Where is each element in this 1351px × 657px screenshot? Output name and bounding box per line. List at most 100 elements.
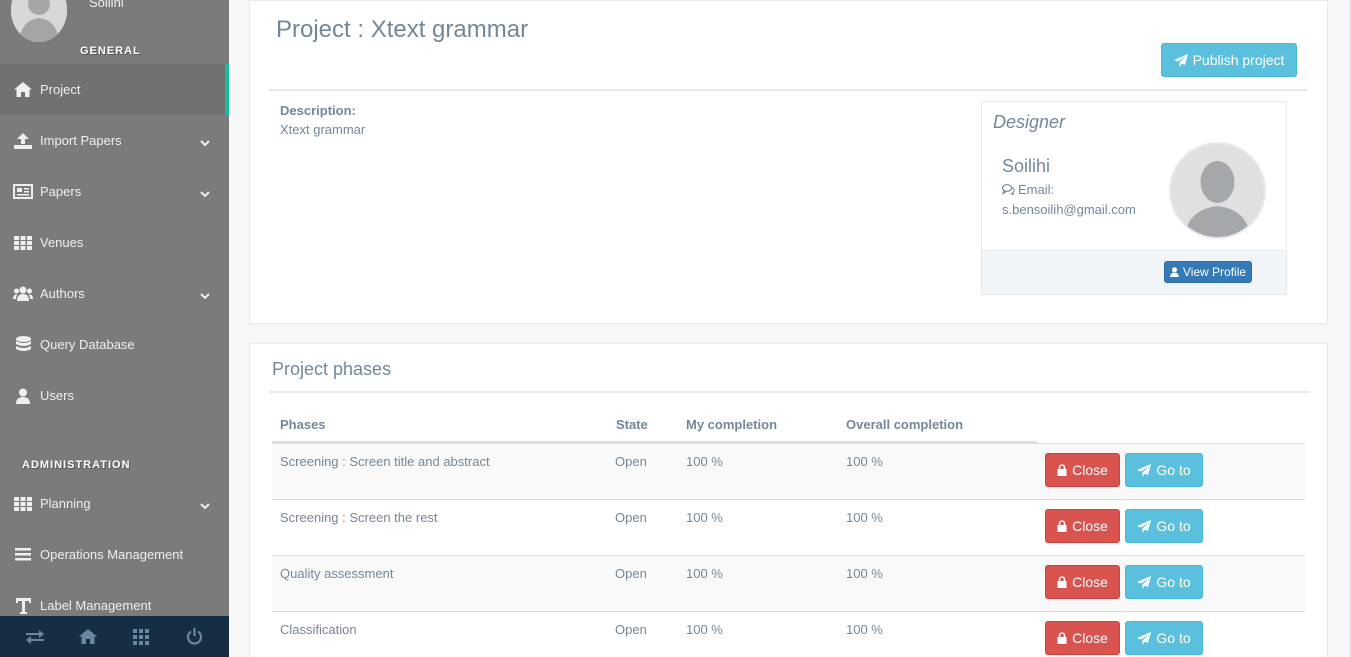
designer-heading: Designer bbox=[993, 112, 1066, 132]
table-row: Quality assessment Open 100 % 100 % Clos… bbox=[272, 555, 1305, 611]
sidebar-item-label: Import Papers bbox=[40, 133, 122, 148]
sidebar-item-label: Venues bbox=[40, 235, 84, 250]
sidebar-item-users[interactable]: Users bbox=[0, 370, 229, 421]
goto-label: Go to bbox=[1156, 574, 1191, 590]
profile-name: Soilihi bbox=[89, 0, 124, 10]
publish-project-label: Publish project bbox=[1192, 52, 1285, 68]
view-profile-button[interactable]: View Profile bbox=[1164, 261, 1252, 283]
my-completion: 100 % bbox=[686, 622, 723, 637]
newspaper-icon bbox=[13, 184, 33, 199]
close-label: Close bbox=[1072, 574, 1108, 590]
designer-name: Soilihi bbox=[1002, 156, 1051, 176]
close-label: Close bbox=[1072, 462, 1108, 478]
sidebar-item-papers[interactable]: Papers bbox=[0, 166, 229, 217]
close-label: Close bbox=[1072, 518, 1108, 534]
table-row: Classification Open 100 % 100 % Close Go… bbox=[272, 611, 1305, 657]
goto-label: Go to bbox=[1156, 462, 1191, 478]
my-completion: 100 % bbox=[686, 454, 723, 469]
section-title-general: GENERAL bbox=[80, 45, 141, 57]
sidebar-item-venues[interactable]: Venues bbox=[0, 217, 229, 268]
user-silhouette-icon bbox=[1171, 144, 1264, 237]
users-icon bbox=[13, 286, 33, 301]
lock-icon bbox=[1057, 632, 1067, 644]
designer-avatar bbox=[1169, 142, 1266, 239]
overall-completion: 100 % bbox=[846, 566, 883, 581]
sidebar-item-project[interactable]: Project bbox=[0, 64, 229, 115]
phase-name: Screening : Screen title and abstract bbox=[280, 454, 490, 469]
description-text: Xtext grammar bbox=[280, 122, 366, 137]
home-icon[interactable] bbox=[68, 622, 108, 652]
description-label: Description: bbox=[280, 103, 356, 118]
phase-name: Screening : Screen the rest bbox=[280, 510, 438, 525]
table-icon bbox=[13, 496, 33, 511]
lock-icon bbox=[1057, 520, 1067, 532]
user-icon bbox=[13, 388, 33, 404]
lock-icon bbox=[1057, 576, 1067, 588]
database-icon bbox=[13, 335, 33, 354]
user-silhouette-icon bbox=[11, 0, 67, 42]
sidebar-item-label: Project bbox=[40, 82, 81, 97]
bars-icon bbox=[13, 548, 33, 561]
close-label: Close bbox=[1072, 630, 1108, 646]
phase-state: Open bbox=[615, 566, 647, 581]
sidebar-footer bbox=[0, 616, 229, 657]
paper-plane-icon bbox=[1137, 575, 1152, 589]
designer-email-label: Email: bbox=[1002, 182, 1054, 197]
my-completion: 100 % bbox=[686, 510, 723, 525]
phase-name: Quality assessment bbox=[280, 566, 394, 581]
sidebar-item-label: Planning bbox=[40, 496, 91, 511]
chevron-down-icon bbox=[200, 498, 210, 513]
goto-phase-button[interactable]: Go to bbox=[1125, 509, 1203, 543]
power-icon[interactable] bbox=[174, 622, 214, 652]
goto-phase-button[interactable]: Go to bbox=[1125, 565, 1203, 599]
goto-phase-button[interactable]: Go to bbox=[1125, 453, 1203, 487]
sidebar-item-authors[interactable]: Authors bbox=[0, 268, 229, 319]
designer-email: s.bensoilih@gmail.com bbox=[1002, 202, 1136, 217]
divider bbox=[269, 89, 1307, 91]
table-icon bbox=[13, 235, 33, 250]
chevron-down-icon bbox=[200, 135, 210, 150]
column-header-overall-completion: Overall completion bbox=[846, 417, 964, 432]
page-title: Project : Xtext grammar bbox=[276, 16, 529, 43]
phase-state: Open bbox=[615, 510, 647, 525]
sidebar-item-import-papers[interactable]: Import Papers bbox=[0, 115, 229, 166]
publish-project-button[interactable]: Publish project bbox=[1161, 43, 1297, 77]
overall-completion: 100 % bbox=[846, 510, 883, 525]
divider bbox=[269, 391, 1310, 393]
close-phase-button[interactable]: Close bbox=[1045, 565, 1120, 599]
column-header-phases: Phases bbox=[280, 417, 326, 432]
goto-phase-button[interactable]: Go to bbox=[1125, 621, 1203, 655]
column-header-state: State bbox=[616, 417, 648, 432]
sidebar-item-label: Query Database bbox=[40, 337, 135, 352]
sidebar-item-label: Operations Management bbox=[40, 547, 184, 562]
chevron-down-icon bbox=[200, 288, 210, 303]
paper-plane-icon bbox=[1137, 631, 1152, 645]
profile-avatar[interactable] bbox=[11, 0, 67, 42]
goto-label: Go to bbox=[1156, 518, 1191, 534]
sidebar-item-planning[interactable]: Planning bbox=[0, 478, 229, 529]
paper-plane-icon bbox=[1137, 519, 1152, 533]
table-row: Screening : Screen the rest Open 100 % 1… bbox=[272, 499, 1305, 555]
sidebar-item-label: Authors bbox=[40, 286, 85, 301]
close-phase-button[interactable]: Close bbox=[1045, 453, 1120, 487]
grid-icon[interactable] bbox=[121, 622, 161, 652]
paper-plane-icon bbox=[1173, 53, 1188, 67]
sidebar: Soilihi GENERAL Project Import Papers Pa… bbox=[0, 0, 229, 657]
lock-icon bbox=[1057, 464, 1067, 476]
designer-card: Designer Soilihi Email: s.bensoilih@gmai… bbox=[981, 101, 1287, 295]
close-phase-button[interactable]: Close bbox=[1045, 509, 1120, 543]
exchange-icon[interactable] bbox=[15, 622, 55, 652]
sidebar-item-label: Label Management bbox=[40, 598, 152, 613]
user-icon bbox=[1170, 267, 1179, 277]
sidebar-item-label: Users bbox=[40, 388, 74, 403]
section-title-administration: ADMINISTRATION bbox=[22, 459, 131, 471]
sidebar-item-operations-management[interactable]: Operations Management bbox=[0, 529, 229, 580]
phase-name: Classification bbox=[280, 622, 357, 637]
chevron-down-icon bbox=[200, 186, 210, 201]
table-row: Screening : Screen title and abstract Op… bbox=[272, 443, 1305, 499]
paper-plane-icon bbox=[1137, 463, 1152, 477]
view-profile-label: View Profile bbox=[1182, 265, 1247, 279]
phases-title: Project phases bbox=[272, 359, 392, 379]
close-phase-button[interactable]: Close bbox=[1045, 621, 1120, 655]
sidebar-item-query-database[interactable]: Query Database bbox=[0, 319, 229, 370]
